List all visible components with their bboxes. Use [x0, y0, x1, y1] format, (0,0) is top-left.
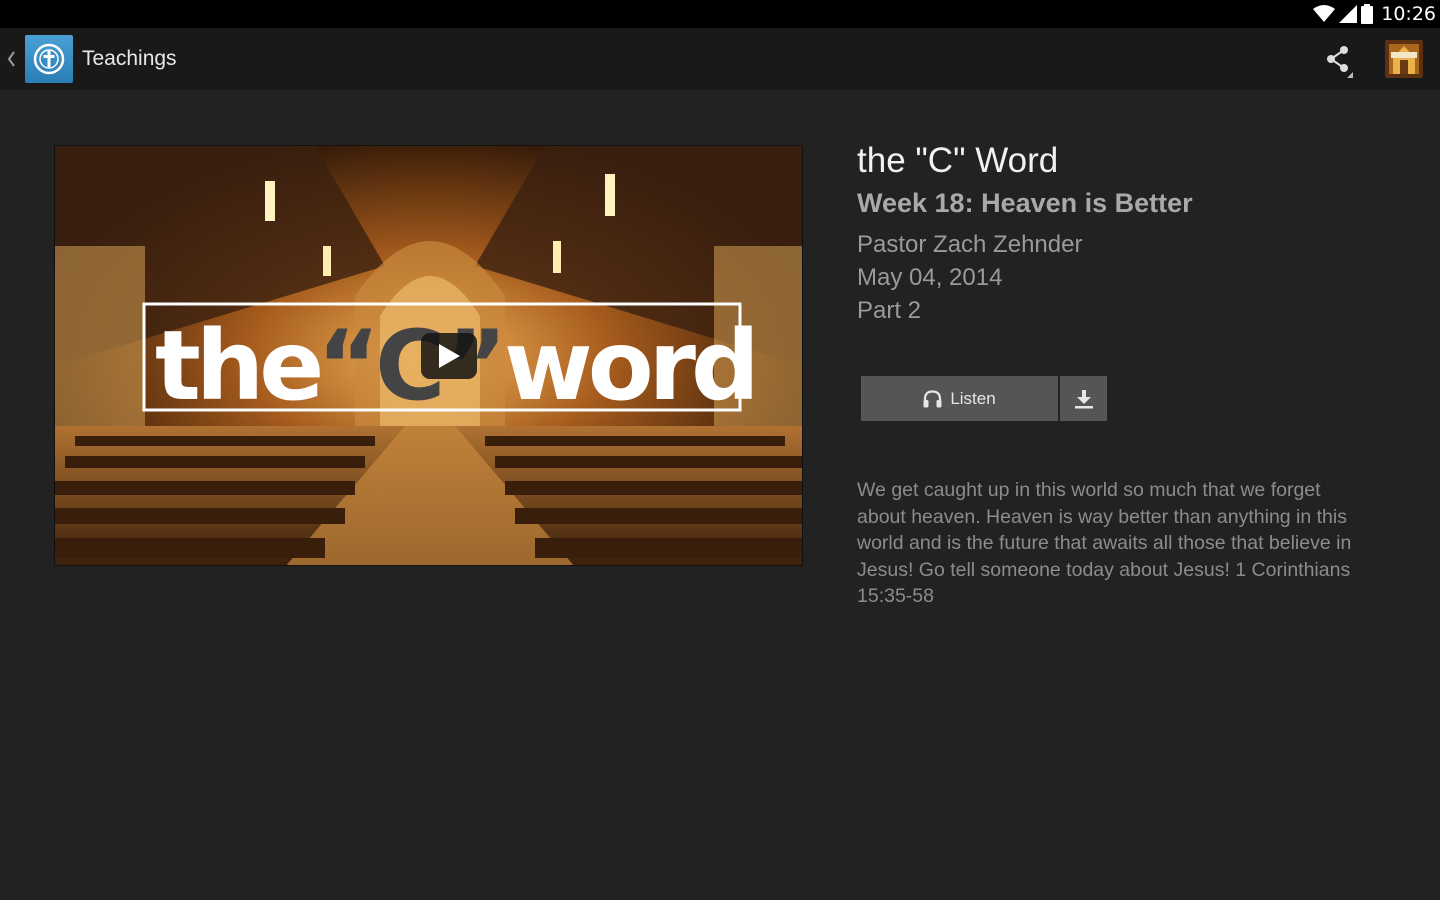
- download-button[interactable]: [1060, 376, 1107, 421]
- status-time: 10:26: [1381, 3, 1436, 25]
- sermon-details: the "C" Word Week 18: Heaven is Better P…: [857, 140, 1377, 327]
- sermon-title: Week 18: Heaven is Better: [857, 188, 1193, 218]
- up-navigation-chevron-icon[interactable]: [0, 28, 22, 90]
- app-cross-icon[interactable]: [25, 35, 73, 83]
- share-icon: [1327, 46, 1348, 72]
- sermon-part: Part 2: [857, 297, 922, 324]
- play-icon: [439, 344, 460, 368]
- audio-button-group: Listen: [861, 376, 1107, 421]
- overflow-corner-icon: [1347, 72, 1353, 78]
- listen-button[interactable]: Listen: [861, 376, 1058, 421]
- wifi-icon: [1313, 5, 1336, 23]
- headphones-icon: [923, 389, 942, 407]
- share-button[interactable]: [1311, 28, 1365, 90]
- video-thumbnail[interactable]: the “C” word: [54, 145, 803, 566]
- battery-icon: [1361, 4, 1374, 24]
- sermon-description: We get caught up in this world so much t…: [857, 479, 1352, 607]
- thumbnail-text-word: word: [504, 310, 755, 422]
- play-button[interactable]: [421, 333, 477, 379]
- series-title: the "C" Word: [857, 141, 1059, 180]
- listen-label: Listen: [950, 388, 996, 408]
- status-bar: 10:26: [0, 0, 1440, 28]
- action-bar: Teachings: [0, 28, 1440, 90]
- signal-icon: [1339, 5, 1358, 23]
- speaker-name: Pastor Zach Zehnder: [857, 231, 1083, 258]
- sermon-date: May 04, 2014: [857, 264, 1003, 291]
- download-icon: [1074, 389, 1093, 408]
- page-title: Teachings: [82, 47, 177, 70]
- thumbnail-text-the: the: [155, 310, 320, 422]
- church-avatar[interactable]: [1385, 40, 1423, 78]
